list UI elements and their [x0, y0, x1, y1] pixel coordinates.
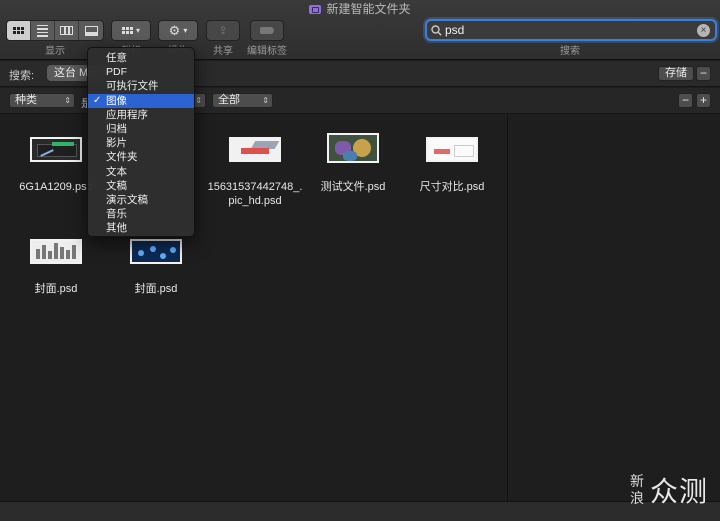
file-thumbnail	[30, 137, 82, 162]
menu-item-text[interactable]: 文本	[88, 165, 194, 179]
window-title-text: 新建智能文件夹	[326, 2, 411, 16]
menu-item-executable[interactable]: 可执行文件	[88, 79, 194, 93]
attribute-popup-label: 种类	[15, 94, 37, 106]
menu-item-folder[interactable]: 文件夹	[88, 150, 194, 164]
search-input[interactable]	[445, 23, 697, 37]
share-button[interactable]: ⇪	[206, 20, 240, 41]
search-label: 搜索	[560, 46, 580, 57]
watermark-logo: 新浪 众测	[630, 470, 716, 516]
tag-icon	[260, 27, 274, 34]
updown-arrows-icon: ⇕	[64, 96, 71, 105]
share-icon: ⇪	[218, 25, 228, 37]
subkind-popup-label: 全部	[218, 94, 240, 106]
gallery-icon	[84, 25, 98, 36]
preview-pane	[507, 115, 720, 501]
menu-item-archive[interactable]: 归档	[88, 122, 194, 136]
icon-grid-icon	[13, 27, 24, 34]
gear-icon: ⚙	[168, 22, 181, 38]
file-name: 测试文件.psd	[320, 181, 386, 193]
menu-item-image[interactable]: ✓ 图像	[88, 93, 194, 108]
window-title: 新建智能文件夹	[0, 1, 720, 17]
menu-item-application[interactable]: 应用程序	[88, 108, 194, 122]
clear-search-icon[interactable]: ×	[697, 23, 710, 37]
list-view-button[interactable]	[31, 21, 55, 40]
attribute-popup[interactable]: 种类 ⇕	[9, 93, 75, 108]
group-grid-icon	[121, 27, 133, 34]
menu-item-presentation[interactable]: 演示文稿	[88, 193, 194, 207]
file-name: 尺寸对比.psd	[419, 181, 485, 193]
kind-dropdown-menu[interactable]: 任意 PDF 可执行文件 ✓ 图像 应用程序 归档 影片 文件夹 文本 文稿 演示…	[87, 47, 195, 237]
updown-arrows-icon: ⇕	[195, 96, 202, 105]
action-button[interactable]: ⚙ ▾	[158, 20, 198, 41]
file-item[interactable]: 封面.psd	[106, 239, 206, 296]
watermark-text-large: 众测	[650, 476, 709, 507]
menu-item-document[interactable]: 文稿	[88, 179, 194, 193]
search-field[interactable]: ×	[425, 19, 717, 41]
view-label: 显示	[45, 46, 65, 57]
file-name: 封面.psd	[34, 283, 78, 295]
file-item[interactable]: 测试文件.psd	[303, 133, 403, 194]
status-bar	[0, 501, 720, 521]
edit-tags-label: 编辑标签	[247, 46, 287, 57]
menu-item-pdf[interactable]: PDF	[88, 65, 194, 79]
chevron-down-icon: ▾	[183, 26, 188, 35]
results-icon-view[interactable]: 6G1A1209.psd 15631537442748_.pic_hd.psd …	[0, 115, 507, 501]
file-item[interactable]: 尺寸对比.psd	[402, 137, 502, 194]
file-thumbnail	[229, 137, 281, 162]
file-name: 15631537442748_.pic_hd.psd	[207, 181, 303, 207]
remove-scope-button[interactable]: −	[696, 66, 711, 81]
file-item[interactable]: 15631537442748_.pic_hd.psd	[205, 137, 305, 208]
updown-arrows-icon: ⇕	[262, 96, 269, 105]
subkind-popup[interactable]: 全部 ⇕	[212, 93, 273, 108]
save-search-button[interactable]: 存储	[658, 66, 694, 81]
group-button[interactable]: ▾	[111, 20, 151, 41]
column-view-button[interactable]	[55, 21, 79, 40]
file-name: 封面.psd	[134, 283, 178, 295]
columns-icon	[60, 26, 73, 35]
menu-item-any[interactable]: 任意	[88, 51, 194, 65]
menu-item-movie[interactable]: 影片	[88, 136, 194, 150]
gallery-view-button[interactable]	[79, 21, 103, 40]
checkmark-icon: ✓	[93, 94, 102, 106]
icon-view-button[interactable]	[7, 21, 31, 40]
file-thumbnail	[30, 239, 82, 264]
file-thumbnail	[327, 133, 379, 163]
list-icon	[37, 24, 48, 37]
share-label: 共享	[213, 46, 233, 57]
smart-folder-icon	[309, 5, 322, 14]
add-criteria-button[interactable]: +	[696, 93, 711, 108]
remove-criteria-button[interactable]: −	[678, 93, 693, 108]
file-thumbnail	[426, 137, 478, 162]
watermark-text-small: 新浪	[630, 473, 644, 506]
menu-item-music[interactable]: 音乐	[88, 207, 194, 221]
menu-item-other[interactable]: 其他	[88, 221, 194, 235]
view-mode-segmented-control[interactable]	[6, 20, 104, 41]
file-item[interactable]: 封面.psd	[6, 239, 106, 296]
search-icon	[427, 24, 445, 36]
edit-tags-button[interactable]	[250, 20, 284, 41]
chevron-down-icon: ▾	[135, 26, 140, 35]
scope-label: 搜索:	[9, 70, 35, 82]
file-thumbnail	[130, 239, 182, 264]
